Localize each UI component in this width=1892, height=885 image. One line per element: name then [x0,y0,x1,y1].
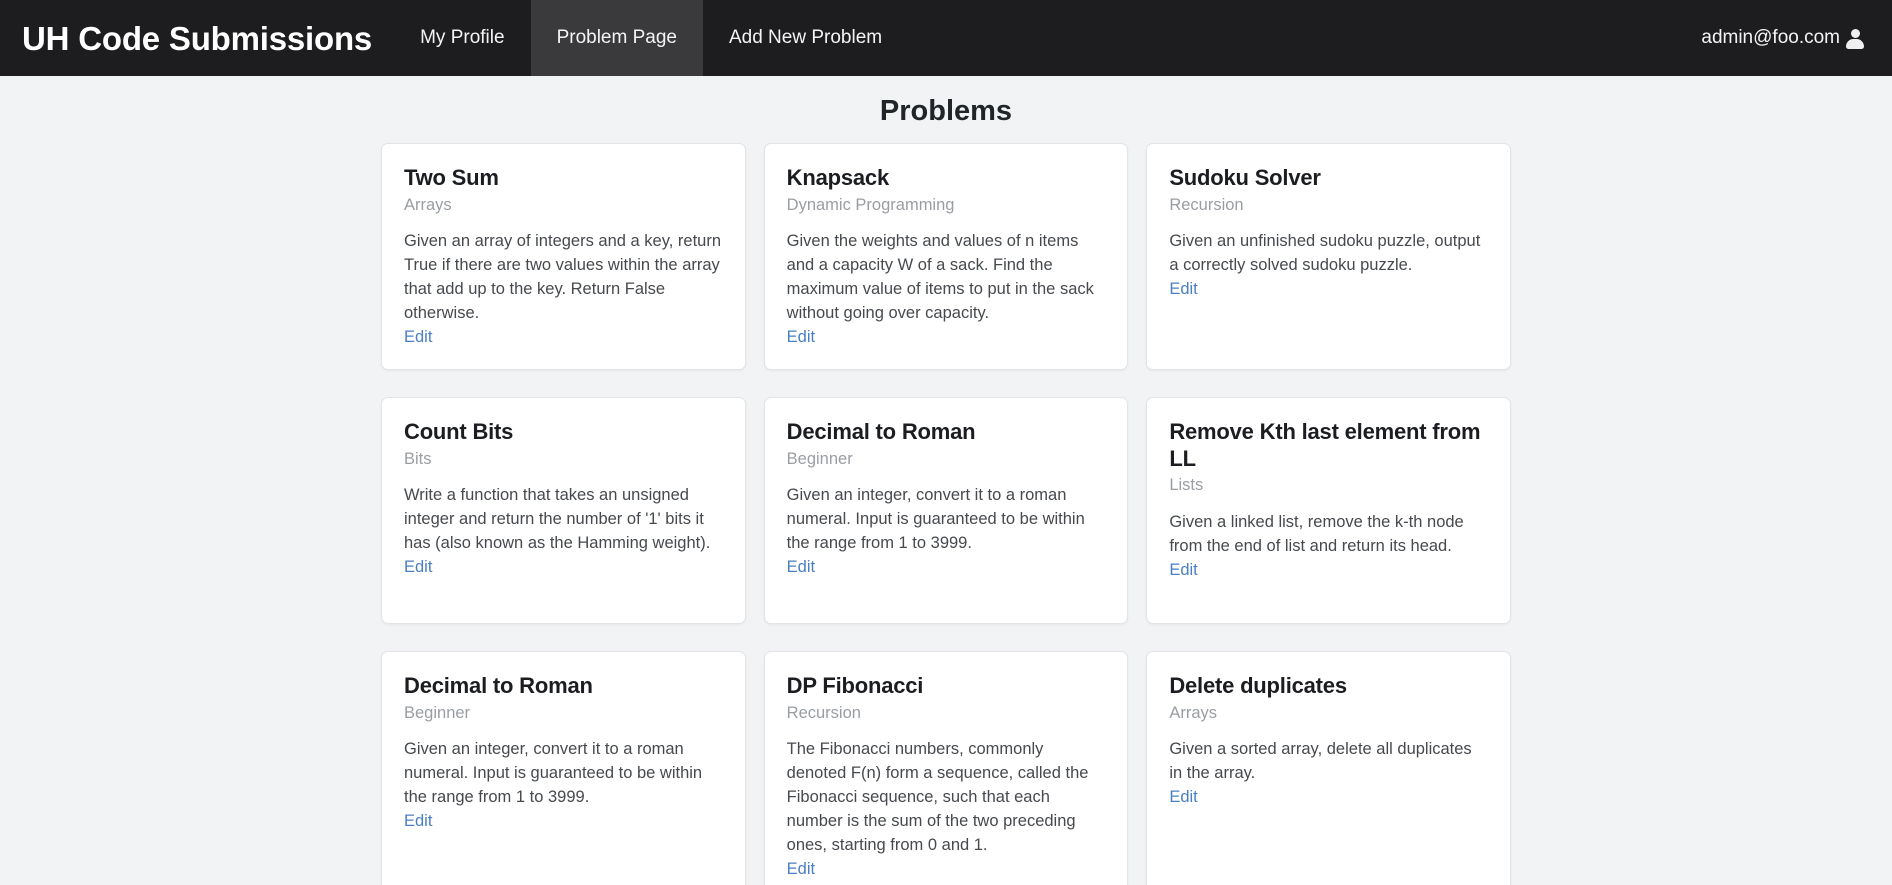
problem-description: Given a sorted array, delete all duplica… [1169,740,1472,783]
problems-container: Two Sum Arrays Given an array of integer… [381,142,1511,885]
nav-link-problem-page[interactable]: Problem Page [530,0,703,76]
problem-category: Recursion [786,703,861,722]
edit-link[interactable]: Edit [1169,277,1197,301]
problem-title: Delete duplicates [1169,672,1347,698]
problem-title: Knapsack [786,164,890,190]
problem-card: Sudoku Solver Recursion Given an unfinis… [1146,142,1511,370]
main-nav: My Profile Problem Page Add New Problem [394,0,908,76]
problem-title: DP Fibonacci [786,672,924,698]
problem-category: Bits [404,449,432,468]
problem-card: Two Sum Arrays Given an array of integer… [381,142,746,370]
problem-card: Count Bits Bits Write a function that ta… [381,396,746,624]
problem-description: The Fibonacci numbers, commonly denoted … [786,740,1089,855]
problem-description: Given an unfinished sudoku puzzle, outpu… [1169,232,1481,275]
problem-category: Recursion [1169,195,1244,214]
problem-description: Given an integer, convert it to a roman … [786,486,1085,553]
problem-card: Delete duplicates Arrays Given a sorted … [1146,650,1511,885]
problem-title: Remove Kth last element from LL [1169,418,1481,471]
edit-link[interactable]: Edit [1169,558,1197,582]
problem-description: Write a function that takes an unsigned … [404,486,711,553]
problem-category: Dynamic Programming [786,195,955,214]
edit-link[interactable]: Edit [787,555,815,579]
problem-card: Decimal to Roman Beginner Given an integ… [763,396,1129,624]
brand-title[interactable]: UH Code Submissions [22,22,372,55]
problem-category: Lists [1169,476,1204,495]
edit-link[interactable]: Edit [404,555,432,579]
user-menu[interactable]: admin@foo.com [1701,27,1870,49]
problem-category: Beginner [786,449,853,468]
problem-card: Decimal to Roman Beginner Given an integ… [381,650,746,885]
problem-title: Two Sum [404,164,499,190]
problem-category: Arrays [1169,703,1217,722]
edit-link[interactable]: Edit [1169,785,1197,809]
problem-description: Given the weights and values of n items … [786,232,1094,323]
problem-title: Count Bits [404,418,514,444]
problem-card: Remove Kth last element from LL Lists Gi… [1146,396,1511,624]
edit-link[interactable]: Edit [404,809,432,833]
person-icon [1844,27,1866,49]
problem-category: Arrays [404,195,452,214]
nav-link-add-new-problem[interactable]: Add New Problem [703,0,908,76]
problem-title: Sudoku Solver [1169,164,1321,190]
edit-link[interactable]: Edit [404,325,432,349]
problem-description: Given an array of integers and a key, re… [404,232,722,323]
navbar: UH Code Submissions My Profile Problem P… [0,0,1892,76]
problem-title: Decimal to Roman [786,418,976,444]
user-email-label: admin@foo.com [1701,27,1840,48]
nav-link-my-profile[interactable]: My Profile [394,0,530,76]
page-title: Problems [879,95,1013,127]
problems-grid: Two Sum Arrays Given an array of integer… [381,142,1511,885]
problem-card: Knapsack Dynamic Programming Given the w… [763,142,1129,370]
problem-description: Given a linked list, remove the k-th nod… [1169,512,1464,555]
problem-category: Beginner [404,703,471,722]
edit-link[interactable]: Edit [787,325,815,349]
problem-card: DP Fibonacci Recursion The Fibonacci num… [763,650,1129,885]
edit-link[interactable]: Edit [787,857,815,881]
problem-description: Given an integer, convert it to a roman … [404,740,703,807]
problem-title: Decimal to Roman [404,672,593,698]
